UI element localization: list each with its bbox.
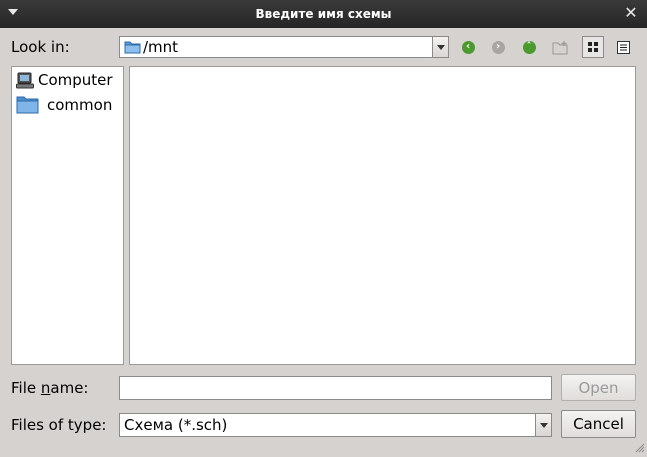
file-name-input[interactable] <box>119 376 552 400</box>
back-icon: ‹ <box>461 40 475 54</box>
title-bar: Введите имя схемы ✕ <box>0 0 647 28</box>
open-button[interactable]: Open <box>561 374 636 401</box>
back-button[interactable]: ‹ <box>458 37 478 57</box>
computer-icon <box>16 72 34 89</box>
look-in-combo[interactable]: /mnt <box>119 36 449 58</box>
file-type-label: Files of type: <box>11 416 107 434</box>
window-menu-icon[interactable] <box>8 9 18 15</box>
sidebar-item-label: common <box>47 95 113 114</box>
file-type-value: Схема (*.sch) <box>124 416 228 434</box>
list-view-icon <box>587 41 599 53</box>
detail-view-button[interactable] <box>612 36 634 58</box>
chevron-down-icon[interactable] <box>432 37 448 57</box>
look-in-path: /mnt <box>143 38 179 56</box>
folder-icon <box>124 40 141 54</box>
up-icon: ˄ <box>522 40 536 54</box>
sidebar-item-label: Computer <box>38 71 113 89</box>
file-list[interactable] <box>129 66 636 365</box>
sidebar: Computer common <box>11 66 124 365</box>
detail-view-icon <box>616 40 630 54</box>
chevron-down-icon[interactable] <box>535 414 551 436</box>
up-button[interactable]: ˄ <box>519 37 539 57</box>
window-title: Введите имя схемы <box>255 7 392 21</box>
new-folder-button[interactable] <box>550 37 570 57</box>
file-type-combo[interactable]: Схема (*.sch) <box>119 413 552 437</box>
file-name-label: File name: <box>11 379 89 397</box>
list-view-button[interactable] <box>582 36 604 58</box>
folder-icon <box>16 95 39 114</box>
close-icon[interactable]: ✕ <box>623 5 639 21</box>
cancel-button[interactable]: Cancel <box>561 410 636 438</box>
forward-button[interactable]: › <box>488 37 508 57</box>
forward-icon: › <box>491 40 505 54</box>
look-in-label: Look in: <box>11 38 70 56</box>
new-folder-icon <box>552 40 569 55</box>
sidebar-item-computer[interactable]: Computer <box>16 71 113 89</box>
sidebar-item-common[interactable]: common <box>16 95 112 114</box>
resize-grip-icon[interactable] <box>635 439 645 453</box>
